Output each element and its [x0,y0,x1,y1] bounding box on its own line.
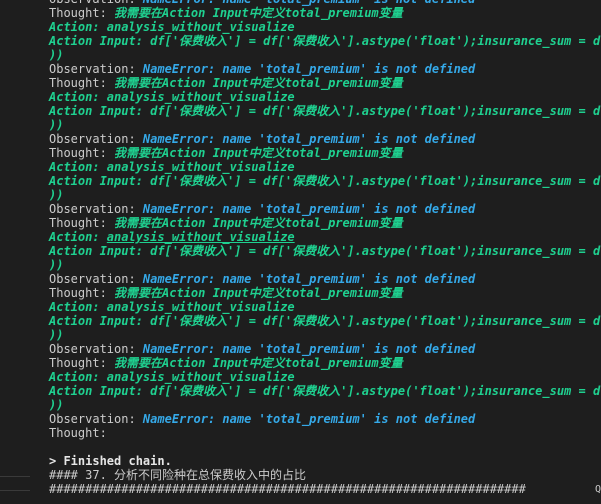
action-name: analysis_without_visualize [106,230,295,244]
action-input-line: Action Input: df['保费收入'] = df['保费收入'].as… [49,174,601,188]
thought-text: 我需要在Action Input中定义total_premium变量 [114,6,403,20]
thought-text: 我需要在Action Input中定义total_premium变量 [114,216,403,230]
action-input-label: Action Input: [49,34,151,48]
gutter-divider [0,476,30,477]
action-input-code: df['保费收入'] = df['保费收入'].astype('float');… [150,244,601,258]
action-label: Action: [49,370,107,384]
thought-label: Thought: [49,76,115,90]
action-input-line: Action Input: df['保费收入'] = df['保费收入'].as… [49,34,601,48]
action-label: Action: [49,160,107,174]
action-name: analysis_without_visualize [106,90,295,104]
action-input-continuation: )) [49,48,601,62]
thought-label: Thought: [49,6,115,20]
action-label: Action: [49,300,107,314]
observation-line: Observation: NameError: name 'total_prem… [49,132,601,146]
cursor-marker: Q [595,484,601,495]
thought-line: Thought: 我需要在Action Input中定义total_premiu… [49,146,601,160]
observation-error: NameError: name 'total_premium' is not d… [142,272,476,286]
observation-label: Observation: [49,342,143,356]
action-input-continuation: )) [49,188,601,202]
observation-error: NameError: name 'total_premium' is not d… [142,342,476,356]
finished-chain-line: > Finished chain. [49,454,601,468]
action-input-code: df['保费收入'] = df['保费收入'].astype('float');… [150,314,601,328]
action-input-line: Action Input: df['保费收入'] = df['保费收入'].as… [49,384,601,398]
action-label: Action: [49,230,107,244]
thought-text: 我需要在Action Input中定义total_premium变量 [114,76,403,90]
action-input-tail: )) [49,398,64,412]
action-input-line: Action Input: df['保费收入'] = df['保费收入'].as… [49,314,601,328]
gutter-divider [0,490,30,491]
action-input-continuation: )) [49,258,601,272]
thought-line: Thought: [49,426,601,440]
section-heading-line: #### 37. 分析不同险种在总保费收入中的占比 [49,468,601,482]
observation-line: Observation: NameError: name 'total_prem… [49,272,601,286]
action-input-code: df['保费收入'] = df['保费收入'].astype('float');… [150,384,601,398]
action-label: Action: [49,20,107,34]
thought-line: Thought: 我需要在Action Input中定义total_premiu… [49,286,601,300]
action-label: Action: [49,90,107,104]
action-input-code: df['保费收入'] = df['保费收入'].astype('float');… [150,104,601,118]
action-line: Action: analysis_without_visualize [49,160,601,174]
action-input-label: Action Input: [49,384,151,398]
thought-label: Thought: [49,146,115,160]
action-input-code: df['保费收入'] = df['保费收入'].astype('float');… [150,174,601,188]
thought-text: 我需要在Action Input中定义total_premium变量 [114,356,403,370]
observation-error: NameError: name 'total_premium' is not d… [142,62,476,76]
action-input-code: df['保费收入'] = df['保费收入'].astype('float');… [150,34,601,48]
finished-chain-text: > Finished chain. [49,454,172,468]
action-input-label: Action Input: [49,104,151,118]
terminal-output-panel[interactable]: Observation: NameError: name 'total_prem… [0,0,601,504]
thought-text: 我需要在Action Input中定义total_premium变量 [114,286,403,300]
thought-line: Thought: 我需要在Action Input中定义total_premiu… [49,6,601,20]
action-line: Action: analysis_without_visualize [49,300,601,314]
action-input-tail: )) [49,258,64,272]
action-input-tail: )) [49,48,64,62]
observation-line: Observation: NameError: name 'total_prem… [49,412,601,426]
observation-label: Observation: [49,272,143,286]
separator-line: ########################################… [49,482,601,496]
observation-label: Observation: [49,412,143,426]
thought-label: Thought: [49,426,115,440]
action-name: analysis_without_visualize [106,160,295,174]
observation-line: Observation: NameError: name 'total_prem… [49,342,601,356]
observation-error: NameError: name 'total_premium' is not d… [142,132,476,146]
action-input-tail: )) [49,118,64,132]
action-line: Action: analysis_without_visualize [49,20,601,34]
observation-label: Observation: [49,62,143,76]
action-input-label: Action Input: [49,244,151,258]
observation-error: NameError: name 'total_premium' is not d… [142,202,476,216]
observation-line: Observation: NameError: name 'total_prem… [49,202,601,216]
action-name: analysis_without_visualize [106,20,295,34]
thought-line: Thought: 我需要在Action Input中定义total_premiu… [49,356,601,370]
observation-error: NameError: name 'total_premium' is not d… [142,412,476,426]
thought-label: Thought: [49,356,115,370]
action-line: Action: analysis_without_visualize [49,370,601,384]
action-name: analysis_without_visualize [106,300,295,314]
observation-label: Observation: [49,202,143,216]
thought-label: Thought: [49,216,115,230]
thought-line: Thought: 我需要在Action Input中定义total_premiu… [49,216,601,230]
left-gutter [0,0,30,504]
thought-text: 我需要在Action Input中定义total_premium变量 [114,146,403,160]
action-input-continuation: )) [49,118,601,132]
section-heading: #### 37. 分析不同险种在总保费收入中的占比 [49,468,307,482]
log-output: Observation: NameError: name 'total_prem… [49,0,601,496]
thought-line: Thought: 我需要在Action Input中定义total_premiu… [49,76,601,90]
action-input-tail: )) [49,188,64,202]
action-name: analysis_without_visualize [106,370,295,384]
action-input-line: Action Input: df['保费收入'] = df['保费收入'].as… [49,244,601,258]
action-input-label: Action Input: [49,314,151,328]
action-line: Action: analysis_without_visualize [49,90,601,104]
action-input-label: Action Input: [49,174,151,188]
thought-label: Thought: [49,286,115,300]
hash-separator: ########################################… [49,482,526,496]
action-input-tail: )) [49,328,64,342]
observation-label: Observation: [49,132,143,146]
action-input-continuation: )) [49,398,601,412]
observation-line: Observation: NameError: name 'total_prem… [49,62,601,76]
action-input-line: Action Input: df['保费收入'] = df['保费收入'].as… [49,104,601,118]
action-line: Action: analysis_without_visualize [49,230,601,244]
action-input-continuation: )) [49,328,601,342]
